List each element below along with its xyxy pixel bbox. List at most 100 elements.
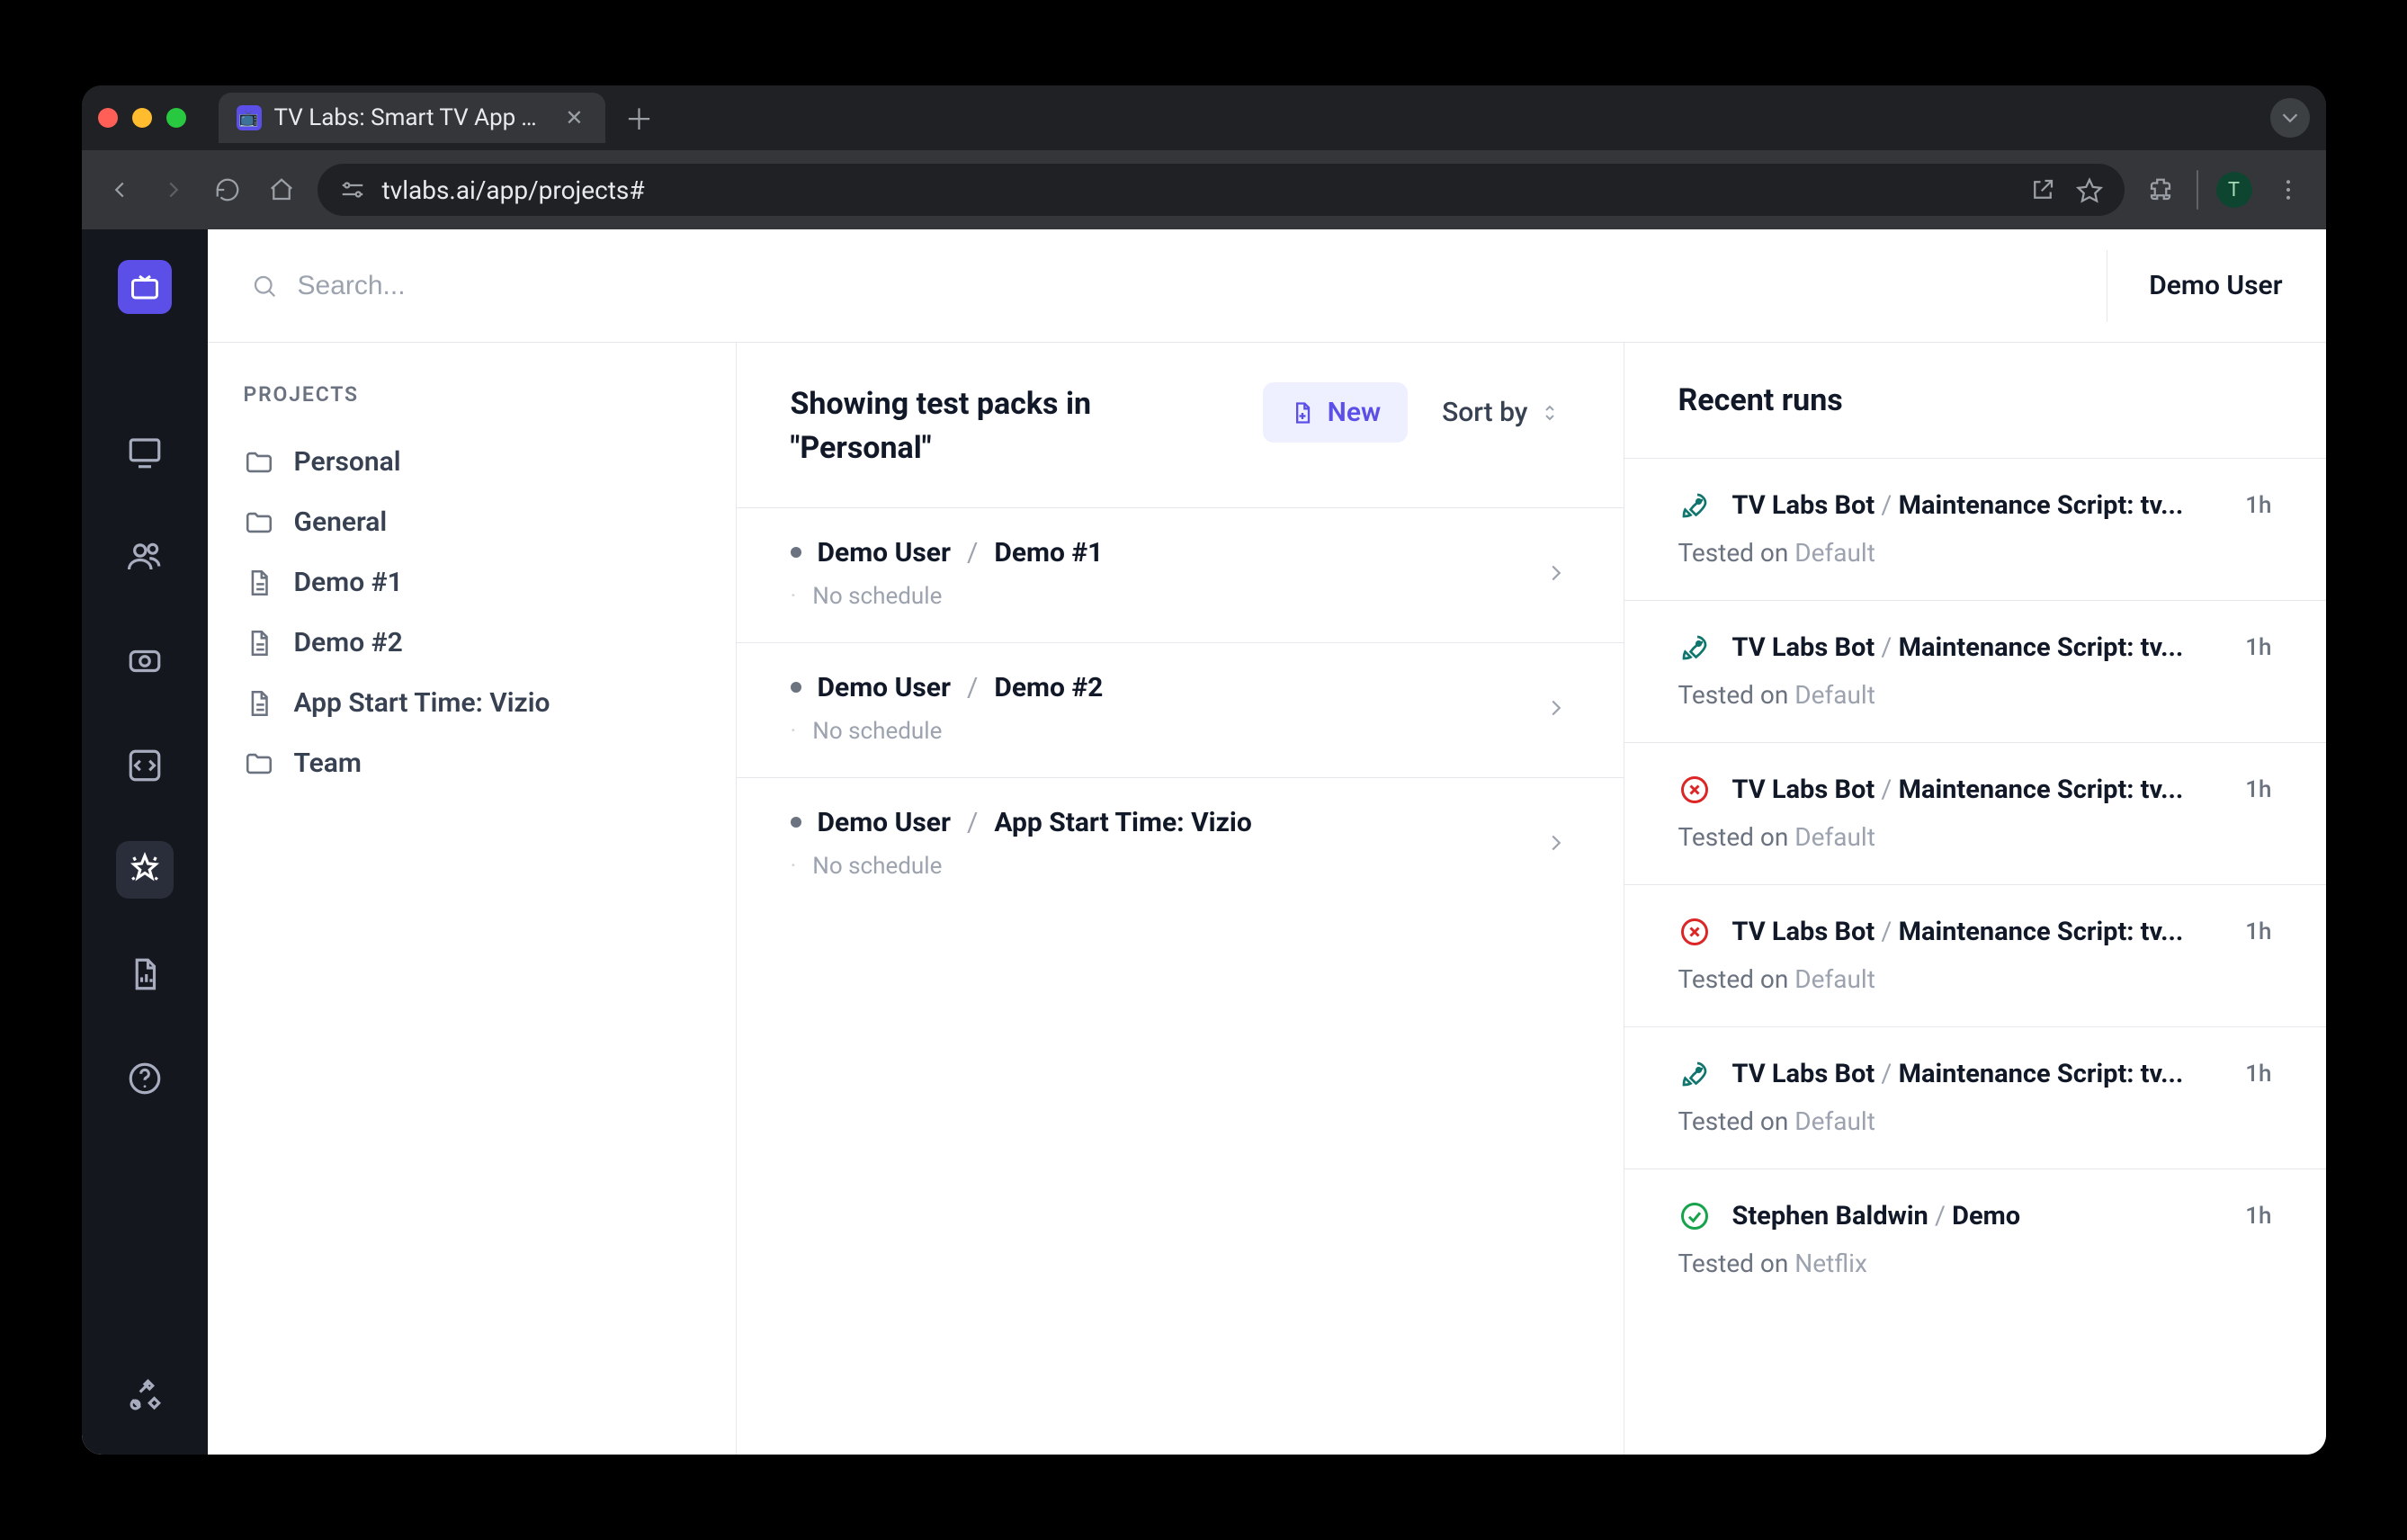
- nav-help[interactable]: [116, 1050, 174, 1107]
- search-input[interactable]: [298, 271, 2086, 301]
- folder-label: Personal: [294, 446, 401, 478]
- reload-button[interactable]: [210, 172, 246, 208]
- run-time: 1h: [2245, 634, 2271, 661]
- address-bar[interactable]: tvlabs.ai/app/projects#: [318, 164, 2125, 216]
- new-tab-button[interactable]: ＋: [620, 98, 659, 138]
- tab-favicon: [237, 105, 262, 130]
- run-row[interactable]: TV Labs Bot / Maintenance Script: tv... …: [1624, 1026, 2326, 1168]
- project-item[interactable]: Demo #2: [238, 613, 705, 673]
- new-pack-button[interactable]: New: [1263, 382, 1409, 443]
- maximize-window-button[interactable]: [166, 108, 186, 128]
- run-row[interactable]: TV Labs Bot / Maintenance Script: tv... …: [1624, 884, 2326, 1026]
- folder-icon: [244, 748, 274, 779]
- tested-on-label: Tested on: [1678, 964, 1795, 994]
- item-label: Demo #2: [294, 627, 403, 658]
- tab-title: TV Labs: Smart TV App Testin: [274, 104, 550, 131]
- run-device: Default: [1794, 964, 1875, 994]
- folder-icon: [244, 507, 274, 538]
- run-name: Maintenance Script: tv...: [1899, 490, 2184, 521]
- app-topbar: Demo User: [208, 229, 2326, 343]
- minimize-window-button[interactable]: [132, 108, 152, 128]
- site-settings-icon[interactable]: [339, 176, 366, 203]
- document-icon: [244, 628, 274, 658]
- browser-menu-button[interactable]: [2270, 172, 2306, 208]
- run-time: 1h: [2245, 918, 2271, 945]
- nav-rail: [82, 229, 208, 1455]
- nav-projects[interactable]: [116, 841, 174, 899]
- open-external-icon[interactable]: [2029, 176, 2056, 203]
- nav-devices[interactable]: [116, 424, 174, 481]
- browser-toolbar: tvlabs.ai/app/projects# T: [82, 150, 2326, 229]
- run-device: Default: [1794, 538, 1875, 568]
- test-pack-row[interactable]: Demo User / App Start Time: Vizio · No s…: [737, 777, 1624, 912]
- run-row[interactable]: TV Labs Bot / Maintenance Script: tv... …: [1624, 458, 2326, 600]
- close-tab-button[interactable]: ✕: [561, 105, 586, 130]
- extensions-button[interactable]: [2143, 172, 2179, 208]
- close-window-button[interactable]: [98, 108, 118, 128]
- new-label: New: [1328, 397, 1382, 428]
- run-status-icon: [1678, 1200, 1711, 1232]
- status-dot: [791, 547, 801, 558]
- schedule-text: No schedule: [812, 718, 942, 745]
- file-plus-icon: [1290, 400, 1315, 425]
- chevron-right-icon: [1543, 829, 1570, 856]
- forward-button[interactable]: [156, 172, 192, 208]
- app-logo[interactable]: [118, 260, 172, 314]
- search-icon: [251, 273, 278, 300]
- tab-overflow-button[interactable]: [2270, 98, 2310, 138]
- sort-button[interactable]: Sort by: [1433, 382, 1569, 443]
- project-folder-team[interactable]: Team: [238, 733, 705, 793]
- tested-on-label: Tested on: [1678, 538, 1795, 568]
- app-body: Demo User PROJECTS Personal General: [208, 229, 2326, 1455]
- run-device: Default: [1794, 680, 1875, 710]
- run-row[interactable]: Stephen Baldwin / Demo 1h Tested on Netf…: [1624, 1168, 2326, 1311]
- pack-name: Demo #1: [994, 537, 1103, 569]
- document-icon: [244, 688, 274, 719]
- nav-reports[interactable]: [116, 945, 174, 1003]
- packs-heading: Showing test packs in "Personal": [791, 382, 1238, 471]
- project-folder-personal[interactable]: Personal: [238, 432, 705, 492]
- project-folder-general[interactable]: General: [238, 492, 705, 552]
- back-button[interactable]: [102, 172, 138, 208]
- folder-label: Team: [294, 748, 362, 779]
- project-item[interactable]: Demo #1: [238, 552, 705, 613]
- run-status-icon: [1678, 489, 1711, 522]
- schedule-text: No schedule: [812, 583, 942, 610]
- chevron-right-icon: [1543, 560, 1570, 586]
- run-name: Maintenance Script: tv...: [1899, 1059, 2184, 1089]
- pack-name: Demo #2: [994, 672, 1103, 703]
- run-row[interactable]: TV Labs Bot / Maintenance Script: tv... …: [1624, 600, 2326, 742]
- project-item[interactable]: App Start Time: Vizio: [238, 673, 705, 733]
- test-pack-row[interactable]: Demo User / Demo #2 · No schedule: [737, 642, 1624, 777]
- sort-label: Sort by: [1442, 397, 1527, 428]
- run-device: Default: [1794, 1106, 1875, 1136]
- toolbar-divider: [2197, 170, 2198, 210]
- projects-heading: PROJECTS: [244, 382, 705, 407]
- profile-button[interactable]: T: [2216, 172, 2252, 208]
- run-status-icon: [1678, 774, 1711, 806]
- test-packs-panel: Showing test packs in "Personal" New Sor…: [737, 343, 1624, 1455]
- run-user: Stephen Baldwin: [1732, 1201, 1928, 1231]
- nav-code[interactable]: [116, 737, 174, 794]
- pack-owner: Demo User: [818, 672, 951, 703]
- nav-team[interactable]: [116, 528, 174, 586]
- run-user: TV Labs Bot: [1732, 490, 1875, 521]
- schedule-text: No schedule: [812, 853, 942, 880]
- pack-owner: Demo User: [818, 807, 951, 838]
- tested-on-label: Tested on: [1678, 822, 1795, 852]
- home-button[interactable]: [264, 172, 300, 208]
- user-menu[interactable]: Demo User: [2107, 250, 2282, 322]
- nav-settings[interactable]: [116, 1366, 174, 1424]
- run-row[interactable]: TV Labs Bot / Maintenance Script: tv... …: [1624, 742, 2326, 884]
- search-container: [251, 271, 2086, 301]
- test-pack-row[interactable]: Demo User / Demo #1 · No schedule: [737, 507, 1624, 642]
- document-icon: [244, 568, 274, 598]
- item-label: Demo #1: [294, 567, 403, 598]
- tested-on-label: Tested on: [1678, 680, 1795, 710]
- app-content: Demo User PROJECTS Personal General: [82, 229, 2326, 1455]
- nav-sessions[interactable]: [116, 632, 174, 690]
- tested-on-label: Tested on: [1678, 1249, 1795, 1278]
- browser-tab[interactable]: TV Labs: Smart TV App Testin ✕: [219, 93, 605, 143]
- run-user: TV Labs Bot: [1732, 917, 1875, 947]
- bookmark-star-icon[interactable]: [2076, 176, 2103, 203]
